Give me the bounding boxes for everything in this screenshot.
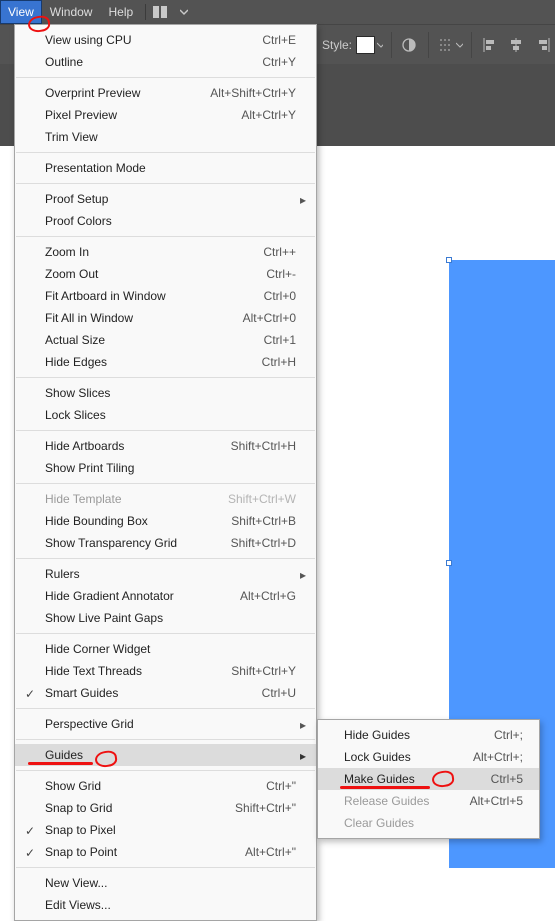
check-icon: ✓ bbox=[25, 687, 35, 701]
check-icon: ✓ bbox=[25, 824, 35, 838]
menu-fit-all[interactable]: Fit All in WindowAlt+Ctrl+0 bbox=[15, 307, 316, 329]
optionsbar-sep bbox=[428, 32, 429, 58]
menu-separator bbox=[16, 867, 315, 868]
menu-snap-to-grid[interactable]: Snap to GridShift+Ctrl+" bbox=[15, 797, 316, 819]
menu-separator bbox=[16, 236, 315, 237]
menu-new-view[interactable]: New View... bbox=[15, 872, 316, 894]
menu-help[interactable]: Help bbox=[100, 0, 141, 24]
optionsbar-sep bbox=[391, 32, 392, 58]
menu-pixel-preview[interactable]: Pixel PreviewAlt+Ctrl+Y bbox=[15, 104, 316, 126]
opacity-icon[interactable] bbox=[398, 32, 420, 58]
style-label: Style: bbox=[322, 38, 352, 52]
menu-hide-template: Hide TemplateShift+Ctrl+W bbox=[15, 488, 316, 510]
menu-show-print-tiling[interactable]: Show Print Tiling bbox=[15, 457, 316, 479]
align-options-icon[interactable] bbox=[435, 32, 457, 58]
menu-separator bbox=[16, 483, 315, 484]
menu-fit-artboard[interactable]: Fit Artboard in WindowCtrl+0 bbox=[15, 285, 316, 307]
menu-separator bbox=[16, 77, 315, 78]
menu-separator bbox=[16, 430, 315, 431]
menu-proof-setup[interactable]: Proof Setup▸ bbox=[15, 188, 316, 210]
align-right-icon[interactable] bbox=[533, 32, 555, 58]
menu-presentation-mode[interactable]: Presentation Mode bbox=[15, 157, 316, 179]
menu-overprint-preview[interactable]: Overprint PreviewAlt+Shift+Ctrl+Y bbox=[15, 82, 316, 104]
menu-view-cpu[interactable]: View using CPUCtrl+E bbox=[15, 29, 316, 51]
menu-separator bbox=[16, 377, 315, 378]
menu-lock-guides[interactable]: Lock GuidesAlt+Ctrl+; bbox=[318, 746, 539, 768]
annotation-guides-underline bbox=[28, 762, 93, 765]
menu-zoom-in[interactable]: Zoom InCtrl++ bbox=[15, 241, 316, 263]
menu-smart-guides[interactable]: ✓Smart GuidesCtrl+U bbox=[15, 682, 316, 704]
menu-window[interactable]: Window bbox=[42, 0, 101, 24]
menubar-separator bbox=[145, 4, 146, 20]
menu-edit-views[interactable]: Edit Views... bbox=[15, 894, 316, 916]
annotation-make-guides-underline bbox=[340, 786, 430, 789]
menu-proof-colors[interactable]: Proof Colors bbox=[15, 210, 316, 232]
menu-snap-to-pixel[interactable]: ✓Snap to Pixel bbox=[15, 819, 316, 841]
selection-handle[interactable] bbox=[446, 257, 452, 263]
menu-rulers[interactable]: Rulers▸ bbox=[15, 563, 316, 585]
menu-hide-edges[interactable]: Hide EdgesCtrl+H bbox=[15, 351, 316, 373]
menu-perspective-grid[interactable]: Perspective Grid▸ bbox=[15, 713, 316, 735]
menu-release-guides: Release GuidesAlt+Ctrl+5 bbox=[318, 790, 539, 812]
menu-separator bbox=[16, 770, 315, 771]
menu-snap-to-point[interactable]: ✓Snap to PointAlt+Ctrl+" bbox=[15, 841, 316, 863]
menu-hide-guides[interactable]: Hide GuidesCtrl+; bbox=[318, 724, 539, 746]
menu-show-live-paint-gaps[interactable]: Show Live Paint Gaps bbox=[15, 607, 316, 629]
menu-separator bbox=[16, 183, 315, 184]
arrange-documents-icon[interactable] bbox=[150, 2, 170, 22]
chevron-right-icon: ▸ bbox=[300, 749, 306, 763]
menu-zoom-out[interactable]: Zoom OutCtrl+- bbox=[15, 263, 316, 285]
chevron-right-icon: ▸ bbox=[300, 718, 306, 732]
menu-show-transparency-grid[interactable]: Show Transparency GridShift+Ctrl+D bbox=[15, 532, 316, 554]
menu-separator bbox=[16, 558, 315, 559]
menu-hide-corner-widget[interactable]: Hide Corner Widget bbox=[15, 638, 316, 660]
menu-lock-slices[interactable]: Lock Slices bbox=[15, 404, 316, 426]
view-menu-dropdown: View using CPUCtrl+E OutlineCtrl+Y Overp… bbox=[14, 24, 317, 921]
check-icon: ✓ bbox=[25, 846, 35, 860]
menu-show-slices[interactable]: Show Slices bbox=[15, 382, 316, 404]
menu-clear-guides: Clear Guides bbox=[318, 812, 539, 834]
menu-separator bbox=[16, 708, 315, 709]
align-left-icon[interactable] bbox=[478, 32, 500, 58]
menu-separator bbox=[16, 152, 315, 153]
menu-separator bbox=[16, 739, 315, 740]
optionsbar-sep bbox=[471, 32, 472, 58]
chevron-right-icon: ▸ bbox=[300, 568, 306, 582]
menu-hide-gradient-annotator[interactable]: Hide Gradient AnnotatorAlt+Ctrl+G bbox=[15, 585, 316, 607]
menu-outline[interactable]: OutlineCtrl+Y bbox=[15, 51, 316, 73]
menu-hide-artboards[interactable]: Hide ArtboardsShift+Ctrl+H bbox=[15, 435, 316, 457]
menu-show-grid[interactable]: Show GridCtrl+" bbox=[15, 775, 316, 797]
guides-submenu: Hide GuidesCtrl+; Lock GuidesAlt+Ctrl+; … bbox=[317, 719, 540, 839]
align-center-icon[interactable] bbox=[506, 32, 528, 58]
dropdown-caret-icon[interactable] bbox=[174, 2, 194, 22]
chevron-right-icon: ▸ bbox=[300, 193, 306, 207]
menu-trim-view[interactable]: Trim View bbox=[15, 126, 316, 148]
menu-separator bbox=[16, 633, 315, 634]
selection-handle[interactable] bbox=[446, 560, 452, 566]
menubar: View Window Help bbox=[0, 0, 555, 24]
style-swatch[interactable] bbox=[356, 36, 375, 54]
menu-actual-size[interactable]: Actual SizeCtrl+1 bbox=[15, 329, 316, 351]
menu-hide-text-threads[interactable]: Hide Text ThreadsShift+Ctrl+Y bbox=[15, 660, 316, 682]
menu-hide-bounding-box[interactable]: Hide Bounding BoxShift+Ctrl+B bbox=[15, 510, 316, 532]
